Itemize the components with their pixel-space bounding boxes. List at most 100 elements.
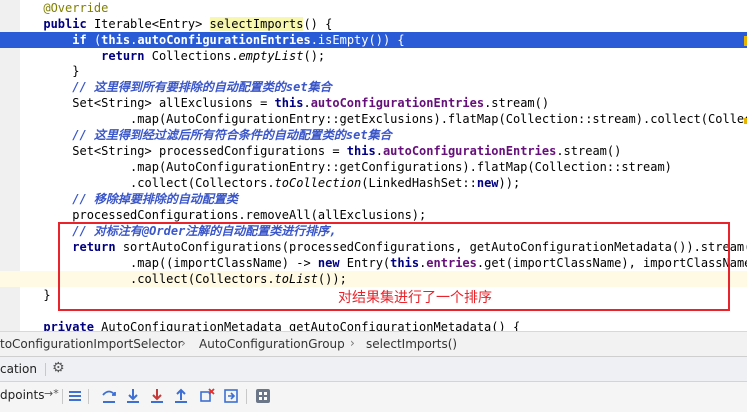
code-token: selectImports [209,17,304,31]
code-token: new [476,176,499,190]
code-line[interactable]: Set<String> processedConfigurations = th… [0,143,747,159]
code-token: toCollection [274,176,362,190]
breadcrumb-item-inner-class[interactable]: AutoConfigurationGroup [199,337,345,351]
menu-lines-icon[interactable] [66,387,84,405]
toolbar-divider [246,389,247,404]
divider [45,363,46,376]
code-token: AutoConfigurationMetadata getAutoConfigu… [101,320,521,331]
code-token: Iterable<Entry> [93,17,210,31]
gear-icon[interactable]: ⚙ [52,360,65,376]
code-line[interactable]: @Override [0,0,747,16]
breadcrumb-separator: › [181,336,186,350]
toolbar-divider [62,389,63,404]
code-token: .isEmpty()) { [310,33,405,47]
debug-panel-title[interactable]: cation [0,362,37,376]
code-token: // 这里得到经过滤后所有符合条件的自动配置类的set集合 [72,128,392,142]
toolbar-divider [88,389,89,404]
code-line[interactable]: // 这里得到经过滤后所有符合条件的自动配置类的set集合 [0,127,747,143]
code-token: Collections. [151,49,239,63]
code-token: @Override [43,1,109,15]
breadcrumb-item-method[interactable]: selectImports() [366,337,457,351]
code-token: autoConfigurationEntries [310,96,485,110]
code-line[interactable]: Set<String> allExclusions = this.autoCon… [0,95,747,111]
code-token: this [101,33,131,47]
code-token: Set<String> allExclusions = [14,96,275,110]
code-line[interactable]: if (this.autoConfigurationEntries.isEmpt… [0,32,747,48]
evaluate-icon[interactable] [254,387,272,405]
code-token: public [43,17,94,31]
step-over-icon[interactable] [100,387,118,405]
code-token: .stream() [556,144,622,158]
drop-frame-icon[interactable] [198,387,216,405]
code-token: // 移除掉要排除的自动配置类 [72,192,238,206]
breadcrumb-separator: › [350,336,355,350]
code-line[interactable]: public Iterable<Entry> selectImports() { [0,16,747,32]
annotation-text: 对结果集进行了一个排序 [338,290,492,306]
code-token: .collect(Collectors. [14,176,275,190]
code-token: (); [303,49,326,63]
force-step-into-icon[interactable] [148,387,166,405]
code-token: Set<String> processedConfigurations = [14,144,347,158]
code-token: . [375,144,383,158]
code-token: } [14,64,80,78]
code-token: return [101,49,152,63]
pin-icon[interactable]: →* [44,387,59,400]
code-token: // 这里得到所有要排除的自动配置类的set集合 [72,80,332,94]
code-token: autoConfigurationEntries [137,33,311,47]
code-line[interactable]: } [0,63,747,79]
code-token: processedConfigurations.removeAll(allExc… [14,208,427,222]
code-token: emptyList [238,49,304,63]
code-line[interactable]: return Collections.emptyList(); [0,48,747,64]
code-editor[interactable]: @Override public Iterable<Entry> selectI… [0,0,747,331]
code-token: autoConfigurationEntries [382,144,557,158]
code-token: .stream() [484,96,550,110]
code-line[interactable]: .map(AutoConfigurationEntry::getConfigur… [0,159,747,175]
code-token: } [14,288,51,302]
code-line[interactable]: // 移除掉要排除的自动配置类 [0,191,747,207]
code-token: (LinkedHashSet:: [361,176,477,190]
step-into-icon[interactable] [124,387,142,405]
breadcrumb: toConfigurationImportSelector › AutoConf… [0,331,747,356]
code-token: this [346,144,376,158]
debug-panel-header: cation ⚙ [0,356,747,381]
code-token: () { [303,17,333,31]
code-line[interactable]: processedConfigurations.removeAll(allExc… [0,207,747,223]
code-line[interactable]: .collect(Collectors.toCollection(LinkedH… [0,175,747,191]
code-line[interactable]: .map(AutoConfigurationEntry::getExclusio… [0,111,747,127]
run-to-cursor-icon[interactable] [222,387,240,405]
step-out-icon[interactable] [172,387,190,405]
code-token: )); [498,176,521,190]
code-line[interactable]: // 这里得到所有要排除的自动配置类的set集合 [0,79,747,95]
breadcrumb-item-class[interactable]: toConfigurationImportSelector [0,337,183,351]
code-line[interactable]: private AutoConfigurationMetadata getAut… [0,319,747,331]
tab-breakpoints[interactable]: dpoints [0,388,44,402]
code-token: private [43,320,102,331]
